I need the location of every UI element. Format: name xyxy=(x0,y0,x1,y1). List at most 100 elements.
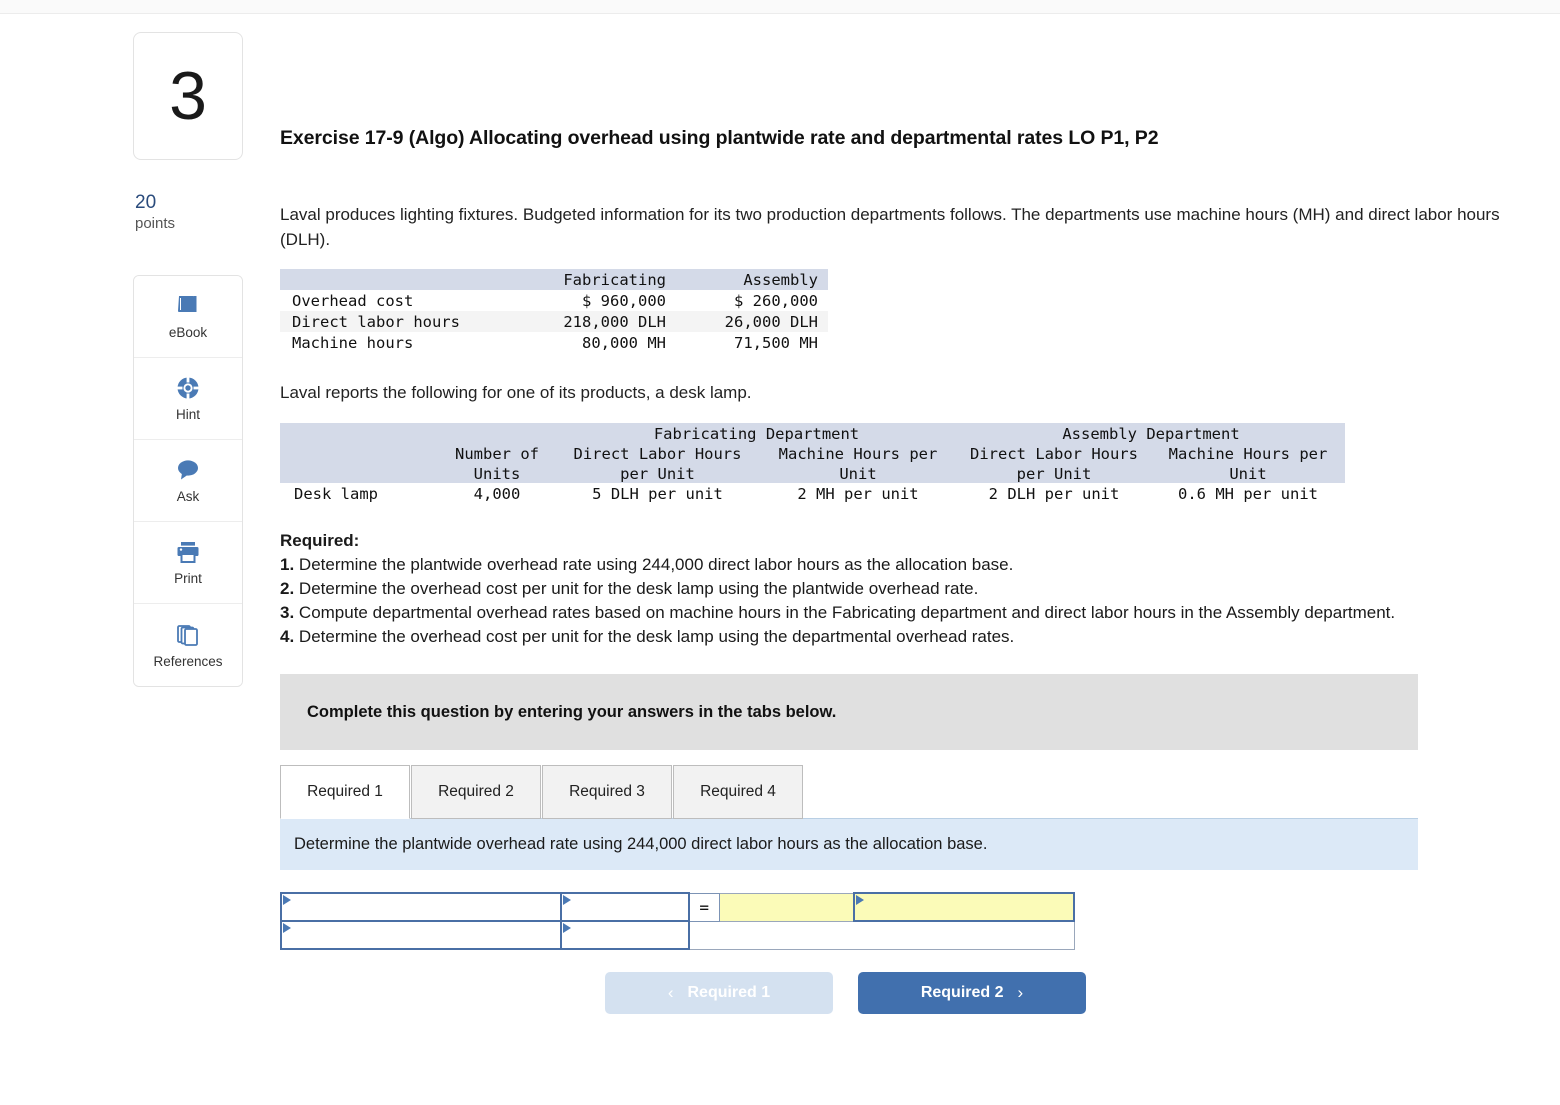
book-icon xyxy=(175,293,201,319)
required-item-2: 2. Determine the overhead cost per unit … xyxy=(280,577,1460,601)
intro-paragraph: Laval produces lighting fixtures. Budget… xyxy=(280,205,1500,249)
page-title: Exercise 17-9 (Algo) Allocating overhead… xyxy=(280,127,1159,149)
answer-banner: Complete this question by entering your … xyxy=(280,674,1418,750)
tab-required-1[interactable]: Required 1 xyxy=(280,765,410,819)
budget-row1-assembly: 26,000 DLH xyxy=(688,311,828,332)
required-item-2-num: 2. xyxy=(280,579,295,598)
prev-required-label: Required 1 xyxy=(687,984,771,1001)
required-section: Required: 1. Determine the plantwide ove… xyxy=(280,529,1460,649)
product-col2-l1: Direct Labor Hours xyxy=(556,443,759,463)
answer-grid: = xyxy=(280,892,1075,950)
product-row-fab-dlh: 5 DLH per unit xyxy=(592,485,723,503)
tool-references[interactable]: References xyxy=(134,604,242,686)
navigation-buttons: ‹ Required 1 Required 2 › xyxy=(280,972,1550,1014)
product-col1-l2: Units xyxy=(438,463,556,483)
table-row: Desk lamp 4,000 5 DLH per unit 2 MH per … xyxy=(280,483,1345,503)
budgeted-information-table: Fabricating Assembly Overhead cost $ 960… xyxy=(280,269,828,353)
next-required-label: Required 2 xyxy=(920,984,1004,1001)
budget-col-blank xyxy=(280,269,528,290)
table-header-row-line1: Number of Direct Labor Hours Machine Hou… xyxy=(280,443,1345,463)
product-col0-l1 xyxy=(280,443,438,463)
dropdown-triangle-icon xyxy=(563,895,571,905)
answer-cell-r2c2[interactable] xyxy=(560,920,690,950)
answer-grid-blank xyxy=(688,920,1075,950)
dropdown-triangle-icon xyxy=(856,895,864,905)
table-group-header-row: Fabricating Department Assembly Departme… xyxy=(280,423,1345,443)
product-col1-l1: Number of xyxy=(438,443,556,463)
chevron-left-icon: ‹ xyxy=(667,983,674,1002)
required-heading: Required: xyxy=(280,531,360,550)
equals-sign: = xyxy=(688,892,720,922)
answer-cell-r2c1[interactable] xyxy=(280,920,562,950)
tool-print[interactable]: Print xyxy=(134,522,242,604)
required-item-1-text: Determine the plantwide overhead rate us… xyxy=(294,555,1014,574)
tool-ebook[interactable]: eBook xyxy=(134,276,242,358)
answer-cell-r1c1[interactable] xyxy=(280,892,562,922)
product-col0-l2 xyxy=(280,463,438,483)
dropdown-triangle-icon xyxy=(283,895,291,905)
points-label: points xyxy=(135,215,176,232)
required-item-3-num: 3. xyxy=(280,603,295,622)
dropdown-triangle-icon xyxy=(283,923,291,933)
tab-required-3[interactable]: Required 3 xyxy=(542,765,672,819)
tool-sidebar: eBook Hint Ask Print References xyxy=(133,275,243,687)
required-item-3-text: Compute departmental overhead rates base… xyxy=(294,603,1396,622)
table-row: Overhead cost $ 960,000 $ 260,000 xyxy=(280,290,828,311)
budget-row2-assembly: 71,500 MH xyxy=(734,333,818,352)
product-group-blank1 xyxy=(438,423,556,443)
question-number: 3 xyxy=(169,58,207,134)
product-col3-l2: Unit xyxy=(759,463,957,483)
printer-icon xyxy=(175,539,201,565)
prev-required-button[interactable]: ‹ Required 1 xyxy=(605,972,833,1014)
required-item-1-num: 1. xyxy=(280,555,295,574)
dropdown-triangle-icon xyxy=(563,923,571,933)
table-header-row-line2: Units per Unit Unit per Unit Unit xyxy=(280,463,1345,483)
tool-ask[interactable]: Ask xyxy=(134,440,242,522)
product-col5-l1: Machine Hours per xyxy=(1151,443,1345,463)
answer-cell-r1c2[interactable] xyxy=(560,892,690,922)
required-item-4-text: Determine the overhead cost per unit for… xyxy=(294,627,1015,646)
budget-row0-fabricating: $ 960,000 xyxy=(582,291,666,310)
subintro-paragraph: Laval reports the following for one of i… xyxy=(280,383,752,402)
product-col4-l1: Direct Labor Hours xyxy=(957,443,1151,463)
question-number-box: 3 xyxy=(133,32,243,160)
required-item-4: 4. Determine the overhead cost per unit … xyxy=(280,625,1460,649)
tab-required-4[interactable]: Required 4 xyxy=(673,765,803,819)
budget-row0-label: Overhead cost xyxy=(292,291,414,310)
top-bar xyxy=(0,0,1560,14)
tool-hint[interactable]: Hint xyxy=(134,358,242,440)
left-rail: 3 20 points eBook Hint Ask Print Referen… xyxy=(133,32,243,687)
table-row: Machine hours 80,000 MH 71,500 MH xyxy=(280,332,828,353)
required-item-2-text: Determine the overhead cost per unit for… xyxy=(294,579,979,598)
tool-references-label: References xyxy=(153,653,223,669)
points-value: 20 xyxy=(135,192,157,213)
budget-row0-assembly: $ 260,000 xyxy=(734,291,818,310)
next-required-button[interactable]: Required 2 › xyxy=(858,972,1086,1014)
answer-cell-r1c4[interactable] xyxy=(853,892,1075,922)
chevron-right-icon: › xyxy=(1017,983,1024,1002)
product-col2-l2: per Unit xyxy=(556,463,759,483)
budget-col-fabricating: Fabricating xyxy=(528,269,688,290)
product-row-label: Desk lamp xyxy=(294,485,378,503)
tool-print-label: Print xyxy=(174,571,202,586)
budget-row1-label: Direct labor hours xyxy=(280,311,528,332)
tab-instruction: Determine the plantwide overhead rate us… xyxy=(280,818,1418,870)
answer-grid-row-1: = xyxy=(280,892,1075,922)
table-row: Direct labor hours 218,000 DLH 26,000 DL… xyxy=(280,311,828,332)
budget-row2-fabricating: 80,000 MH xyxy=(582,333,666,352)
answer-grid-row-2 xyxy=(280,920,1075,950)
product-group-blank0 xyxy=(280,423,438,443)
tab-required-2[interactable]: Required 2 xyxy=(411,765,541,819)
product-row-asm-mh: 0.6 MH per unit xyxy=(1178,485,1318,503)
tool-hint-label: Hint xyxy=(175,407,200,422)
answer-cell-r1c3[interactable] xyxy=(718,892,855,922)
required-item-3: 3. Compute departmental overhead rates b… xyxy=(280,601,1460,625)
product-col5-l2: Unit xyxy=(1151,463,1345,483)
copy-pages-icon xyxy=(175,622,201,648)
desk-lamp-table: Fabricating Department Assembly Departme… xyxy=(280,423,1345,503)
required-item-4-num: 4. xyxy=(280,627,295,646)
required-tabs: Required 1 Required 2 Required 3 Require… xyxy=(280,765,1550,819)
product-group-assembly: Assembly Department xyxy=(957,423,1345,443)
chat-bubble-icon xyxy=(175,457,201,483)
required-item-1: 1. Determine the plantwide overhead rate… xyxy=(280,553,1460,577)
